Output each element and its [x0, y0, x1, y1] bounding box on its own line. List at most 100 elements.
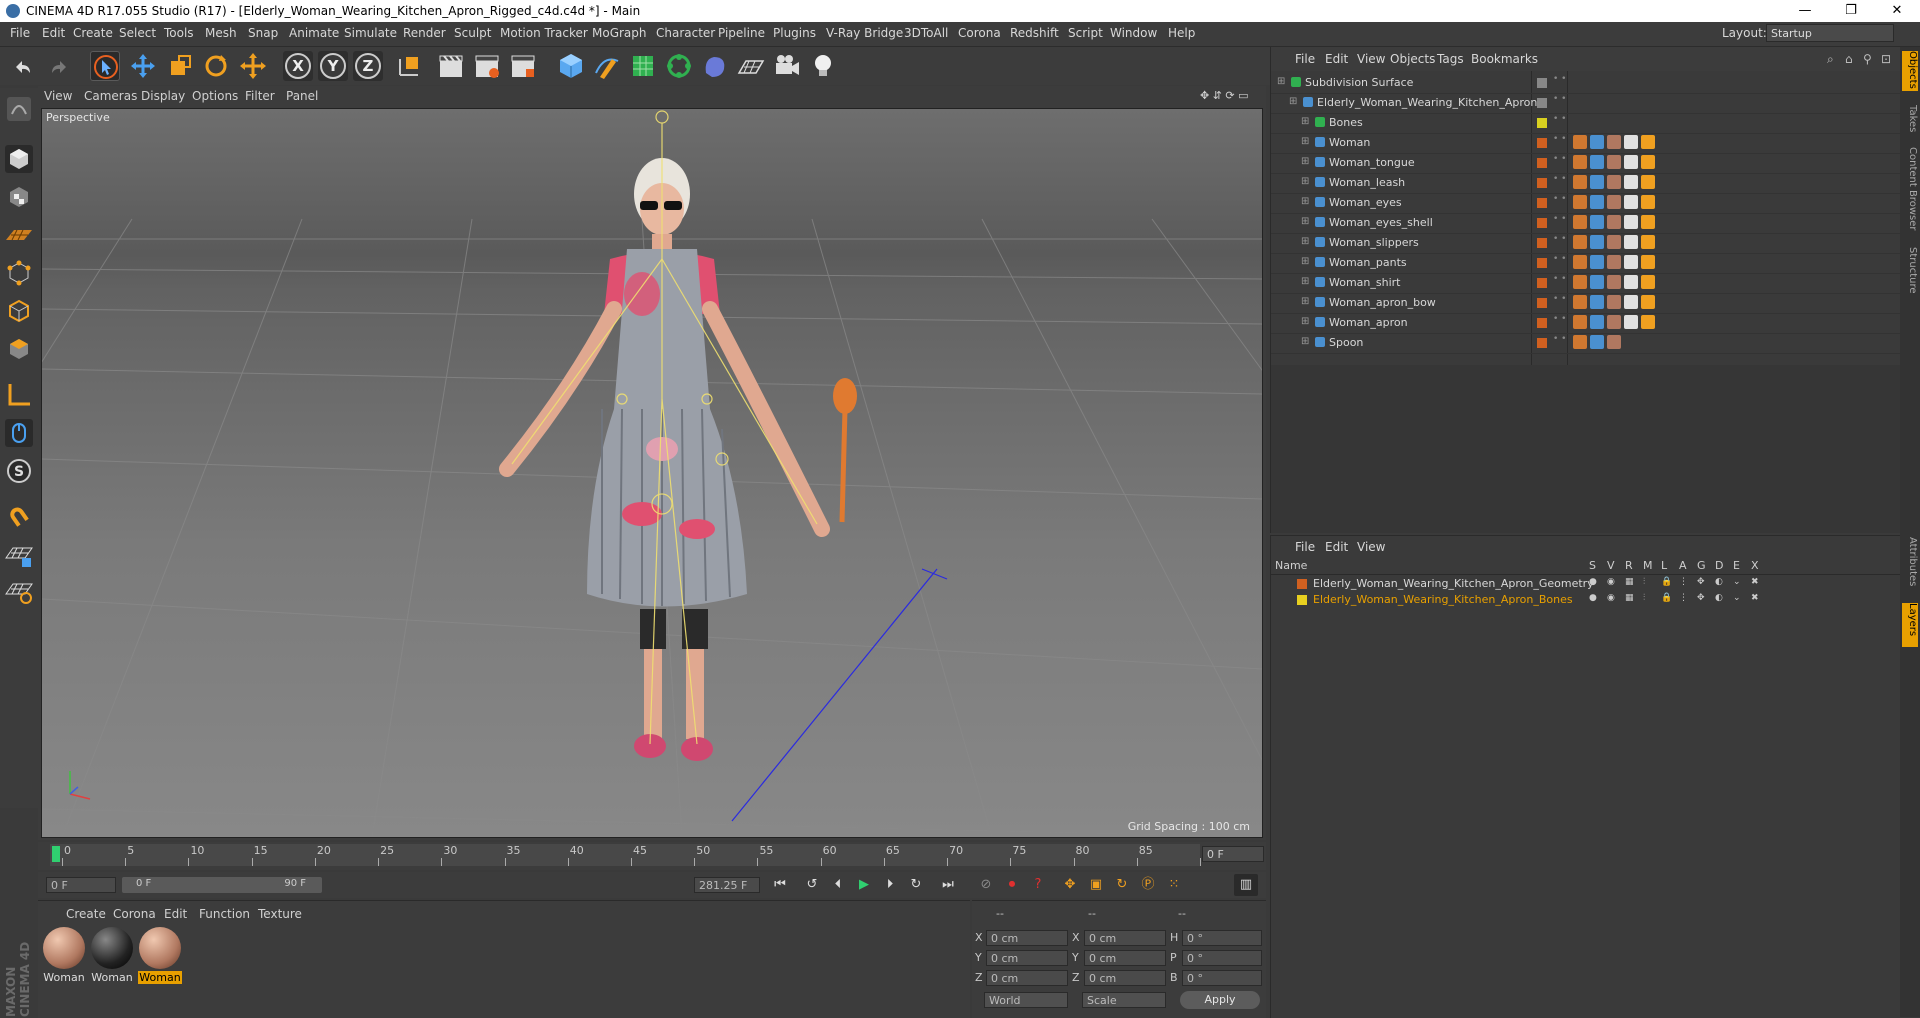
snap-toggle-button[interactable] — [4, 502, 34, 532]
object-search-icon[interactable]: ⌕ — [1827, 52, 1834, 67]
object-name[interactable]: Woman_tongue — [1329, 156, 1415, 169]
key-pla-button[interactable]: ⁙ — [1162, 874, 1186, 896]
layer-color-swatch[interactable] — [1537, 138, 1547, 148]
tag-icon[interactable] — [1607, 175, 1621, 189]
object-name[interactable]: Woman_leash — [1329, 176, 1405, 189]
expand-toggle-icon[interactable]: ⊞ — [1301, 116, 1309, 127]
tag-icon[interactable] — [1607, 195, 1621, 209]
model-mode-button[interactable] — [4, 144, 34, 174]
tag-icon[interactable] — [1590, 155, 1604, 169]
menu-vray-bridge[interactable]: V-Ray Bridge — [826, 26, 903, 40]
object-menu-view[interactable]: View — [1357, 52, 1385, 66]
menu-mesh[interactable]: Mesh — [205, 26, 237, 40]
material-thumb[interactable]: Woman — [138, 927, 182, 984]
object-menu-edit[interactable]: Edit — [1325, 52, 1348, 66]
tag-icon[interactable] — [1624, 175, 1638, 189]
tag-icon[interactable] — [1590, 255, 1604, 269]
object-name[interactable]: Woman_apron_bow — [1329, 296, 1436, 309]
menu-pipeline[interactable]: Pipeline — [718, 26, 765, 40]
size-x-field[interactable]: 0 cm — [1084, 930, 1166, 946]
deformer-button[interactable] — [700, 51, 730, 81]
expand-toggle-icon[interactable]: ⊞ — [1301, 276, 1309, 287]
range-slider[interactable]: 0 F 90 F — [122, 877, 322, 893]
menu-animate[interactable]: Animate — [289, 26, 339, 40]
next-frame-button[interactable]: ⏵ — [878, 874, 902, 896]
layer-flag-render-icon[interactable]: ▦ — [1625, 593, 1634, 603]
tag-icon[interactable] — [1607, 315, 1621, 329]
layer-color-swatch[interactable] — [1537, 218, 1547, 228]
expand-toggle-icon[interactable]: ⊞ — [1301, 296, 1309, 307]
layer-menu-edit[interactable]: Edit — [1325, 540, 1348, 554]
visibility-dots-icon[interactable]: • • — [1553, 175, 1566, 184]
playhead[interactable] — [52, 846, 60, 862]
tag-icon[interactable] — [1607, 155, 1621, 169]
tag-icon[interactable] — [1641, 315, 1655, 329]
rotate-button[interactable] — [201, 51, 231, 81]
layer-color-swatch[interactable] — [1537, 198, 1547, 208]
expand-toggle-icon[interactable]: ⊞ — [1301, 136, 1309, 147]
current-frame-field[interactable]: 0 F — [1202, 846, 1264, 862]
tag-icon[interactable] — [1641, 175, 1655, 189]
x-axis-button[interactable]: X — [283, 51, 313, 81]
object-row[interactable]: ⊞ Elderly_Woman_Wearing_Kitchen_Apron • • — [1271, 93, 1901, 114]
menu-script[interactable]: Script — [1068, 26, 1103, 40]
material-menu-edit[interactable]: Edit — [164, 907, 187, 921]
layer-col-solo[interactable]: S — [1589, 559, 1596, 572]
layer-flag-generators-icon[interactable]: ✥ — [1697, 577, 1705, 587]
tag-icon[interactable] — [1573, 175, 1587, 189]
position-x-field[interactable]: 0 cm — [986, 930, 1068, 946]
tag-icon[interactable] — [1607, 135, 1621, 149]
expand-toggle-icon[interactable]: ⊞ — [1277, 76, 1285, 87]
floor-button[interactable] — [736, 51, 766, 81]
viewport-menu-view[interactable]: View — [44, 89, 72, 103]
tag-icon[interactable] — [1573, 235, 1587, 249]
polygons-mode-button[interactable] — [4, 334, 34, 364]
material-menu-create[interactable]: Create — [66, 907, 106, 921]
menu-3dtoall[interactable]: 3DToAll — [904, 26, 948, 40]
layer-col-animation[interactable]: A — [1679, 559, 1687, 572]
visibility-dots-icon[interactable]: • • — [1553, 235, 1566, 244]
points-mode-button[interactable] — [4, 258, 34, 288]
layer-color-swatch[interactable] — [1537, 298, 1547, 308]
tag-icon[interactable] — [1641, 275, 1655, 289]
object-row[interactable]: ⊞ Woman • • — [1271, 133, 1901, 154]
go-to-start-button[interactable]: ⏮ — [768, 874, 792, 896]
visibility-dots-icon[interactable]: • • — [1553, 215, 1566, 224]
expand-toggle-icon[interactable]: ⊞ — [1301, 156, 1309, 167]
tag-icon[interactable] — [1590, 295, 1604, 309]
layer-color-swatch[interactable] — [1537, 318, 1547, 328]
visibility-dots-icon[interactable]: • • — [1553, 75, 1566, 84]
object-name[interactable]: Woman_slippers — [1329, 236, 1419, 249]
side-tab-content-browser[interactable]: Content Browser — [1902, 147, 1918, 237]
menu-character[interactable]: Character — [656, 26, 715, 40]
visibility-dots-icon[interactable]: • • — [1553, 275, 1566, 284]
visibility-dots-icon[interactable]: • • — [1553, 335, 1566, 344]
workplane-lock-button[interactable] — [4, 540, 34, 570]
object-row[interactable]: ⊞ Woman_apron • • — [1271, 313, 1901, 334]
menu-edit[interactable]: Edit — [42, 26, 65, 40]
object-dock-icon[interactable]: ⊡ — [1881, 52, 1891, 66]
menu-snap[interactable]: Snap — [248, 26, 278, 40]
layer-col-generators[interactable]: G — [1697, 559, 1706, 572]
layer-flag-view-icon[interactable]: ◉ — [1607, 577, 1615, 587]
tag-icon[interactable] — [1590, 235, 1604, 249]
cube-button[interactable] — [556, 51, 586, 81]
viewport-menu-options[interactable]: Options — [192, 89, 238, 103]
tag-icon[interactable] — [1624, 195, 1638, 209]
object-row[interactable]: ⊞ Woman_shirt • • — [1271, 273, 1901, 294]
object-row[interactable]: ⊞ Woman_slippers • • — [1271, 233, 1901, 254]
tag-icon[interactable] — [1607, 295, 1621, 309]
layer-color-swatch[interactable] — [1537, 178, 1547, 188]
object-row[interactable]: ⊞ Woman_pants • • — [1271, 253, 1901, 274]
coordinate-mode-select[interactable]: Scale — [1082, 992, 1166, 1008]
menu-tools[interactable]: Tools — [164, 26, 194, 40]
menu-motion-tracker[interactable]: Motion Tracker — [500, 26, 588, 40]
undo-button[interactable] — [8, 51, 38, 81]
object-name[interactable]: Woman_eyes — [1329, 196, 1402, 209]
coordinate-system-button[interactable] — [394, 51, 424, 81]
tag-icon[interactable] — [1624, 215, 1638, 229]
redo-button[interactable] — [44, 51, 74, 81]
tag-icon[interactable] — [1590, 315, 1604, 329]
make-editable-button[interactable] — [4, 94, 34, 124]
layer-flag-view-icon[interactable]: ◉ — [1607, 593, 1615, 603]
